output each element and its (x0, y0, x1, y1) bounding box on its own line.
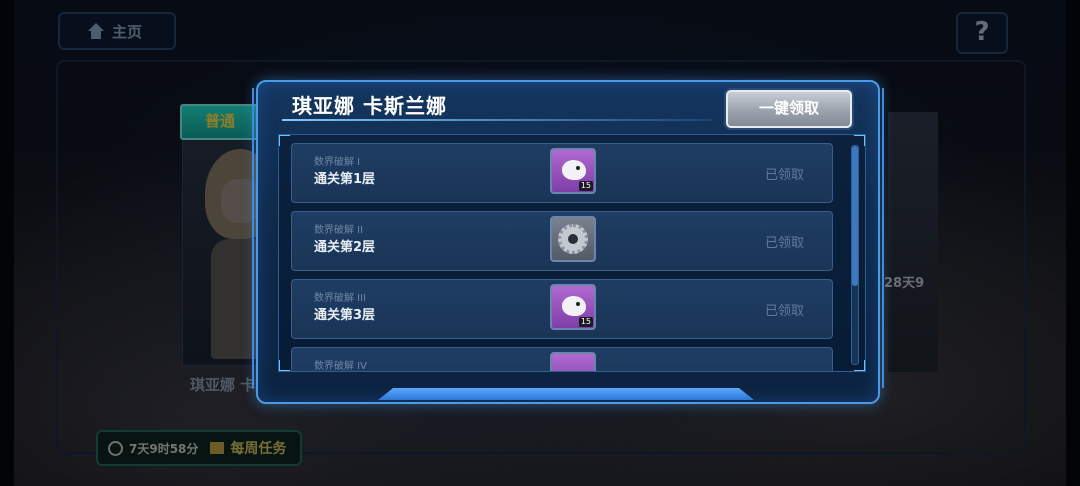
reward-task: 通关第2层 (314, 240, 376, 255)
purple-item-icon[interactable] (550, 352, 596, 371)
scroll-thumb[interactable] (852, 146, 858, 286)
claimed-status: 已领取 (764, 304, 804, 319)
claimed-status: 已领取 (764, 168, 804, 183)
reward-task: 通关第1层 (314, 172, 376, 187)
reward-category: 数界破解 II (314, 225, 364, 236)
reward-row[interactable]: 数界破解 IV (291, 347, 833, 372)
modal-title: 琪亚娜 卡斯兰娜 (292, 94, 447, 118)
reward-category: 数界破解 III (314, 293, 367, 304)
claim-all-button[interactable]: 一键领取 (726, 90, 852, 128)
reward-row[interactable]: 数界破解 II 通关第2层 已领取 (291, 211, 833, 271)
reward-list[interactable]: 数界破解 I 通关第1层 15 已领取 数界破解 II 通关第2层 已领取 数界… (278, 134, 866, 372)
gear-core-icon[interactable] (550, 216, 596, 262)
reward-category: 数界破解 I (314, 157, 361, 168)
reward-task: 通关第3层 (314, 308, 376, 323)
white-bird-icon[interactable]: 15 (550, 284, 596, 330)
modal-bottom-accent (378, 388, 754, 400)
item-count: 15 (578, 181, 593, 191)
white-bird-icon[interactable]: 15 (550, 148, 596, 194)
reward-row[interactable]: 数界破解 I 通关第1层 15 已领取 (291, 143, 833, 203)
title-underline (282, 119, 712, 121)
reward-row[interactable]: 数界破解 III 通关第3层 15 已领取 (291, 279, 833, 339)
claimed-status: 已领取 (764, 236, 804, 251)
item-count: 15 (578, 317, 593, 327)
reward-category: 数界破解 IV (314, 361, 367, 372)
reward-modal: 琪亚娜 卡斯兰娜 一键领取 数界破解 I 通关第1层 15 已领取 数界破解 I… (252, 80, 884, 404)
reward-list-scrollbar[interactable] (851, 145, 859, 365)
